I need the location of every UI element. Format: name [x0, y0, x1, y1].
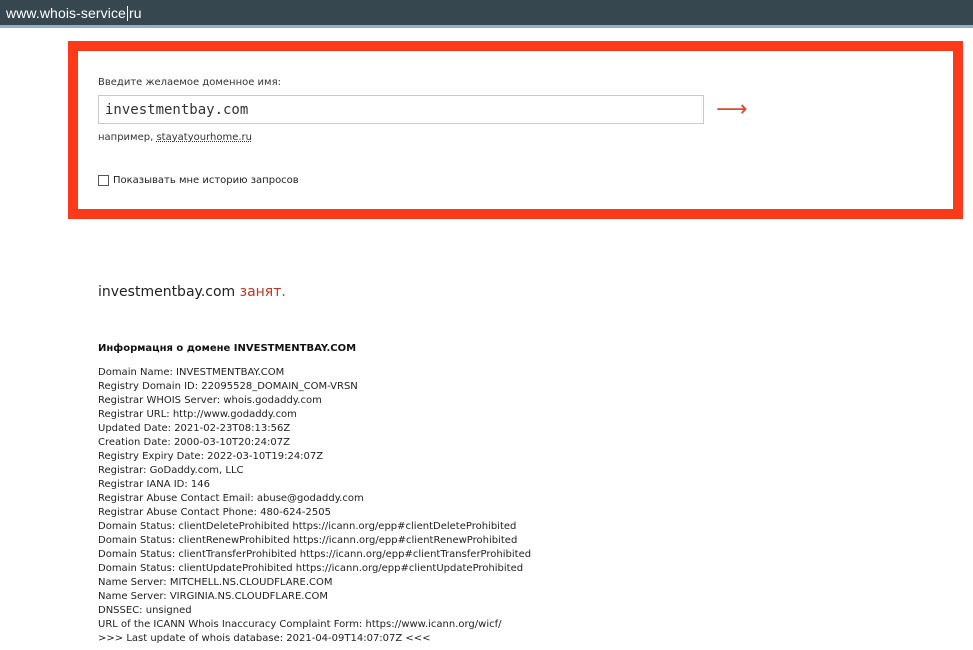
example-prefix: например, — [98, 132, 154, 143]
submit-arrow-button[interactable]: ⟶ — [716, 96, 748, 124]
whois-line: >>> Last update of whois database: 2021-… — [98, 633, 431, 644]
domain-search-input[interactable]: investmentbay.com — [98, 95, 704, 124]
url-text[interactable]: www.whois-service ru — [6, 5, 142, 21]
whois-line: Domain Status: clientTransferProhibited … — [98, 549, 532, 560]
result-status: занят. — [239, 284, 286, 300]
whois-line: Registrar Abuse Contact Phone: 480-624-2… — [98, 507, 331, 518]
whois-line: Registrar WHOIS Server: whois.godaddy.co… — [98, 395, 322, 406]
whois-line: Domain Status: clientUpdateProhibited ht… — [98, 563, 524, 574]
history-checkbox[interactable] — [98, 175, 109, 186]
history-checkbox-row[interactable]: Показывать мне историю запросов — [98, 175, 299, 186]
domain-input-label: Введите желаемое доменное имя: — [98, 77, 281, 88]
highlight-annotation-box — [68, 41, 963, 219]
whois-line: Registrar: GoDaddy.com, LLC — [98, 465, 244, 476]
whois-line: Domain Status: clientRenewProhibited htt… — [98, 535, 518, 546]
whois-line: Registry Domain ID: 22095528_DOMAIN_COM-… — [98, 381, 358, 392]
result-domain: investmentbay.com — [98, 284, 236, 300]
whois-record-list: Domain Name: INVESTMENTBAY.COM Registry … — [98, 366, 531, 646]
whois-line: Domain Status: clientDeleteProhibited ht… — [98, 521, 517, 532]
whois-line: Registrar IANA ID: 146 — [98, 479, 211, 490]
result-title: investmentbay.com занят. — [98, 284, 286, 300]
whois-line: Registrar URL: http://www.godaddy.com — [98, 409, 297, 420]
example-domain-link[interactable]: stayatyourhome.ru — [156, 132, 252, 143]
text-caret — [126, 6, 128, 21]
whois-line: Registrar Abuse Contact Email: abuse@god… — [98, 493, 364, 504]
example-hint: например, stayatyourhome.ru — [98, 132, 252, 143]
whois-line: Creation Date: 2000-03-10T20:24:07Z — [98, 437, 290, 448]
whois-line: Domain Name: INVESTMENTBAY.COM — [98, 367, 285, 378]
whois-line: Registry Expiry Date: 2022-03-10T19:24:0… — [98, 451, 324, 462]
whois-line: Name Server: VIRGINIA.NS.CLOUDFLARE.COM — [98, 591, 328, 602]
url-host: www.whois-service — [6, 5, 126, 21]
address-bar[interactable]: www.whois-service ru — [0, 0, 973, 28]
whois-line: Name Server: MITCHELL.NS.CLOUDFLARE.COM — [98, 577, 333, 588]
whois-line: Updated Date: 2021-02-23T08:13:56Z — [98, 423, 291, 434]
url-tld: ru — [128, 5, 142, 21]
whois-info-heading: Информацня о домене INVESTMENTBAY.COM — [98, 343, 357, 354]
whois-line: DNSSEC: unsigned — [98, 605, 192, 616]
history-checkbox-label[interactable]: Показывать мне историю запросов — [113, 175, 299, 186]
whois-line: URL of the ICANN Whois Inaccuracy Compla… — [98, 619, 502, 630]
